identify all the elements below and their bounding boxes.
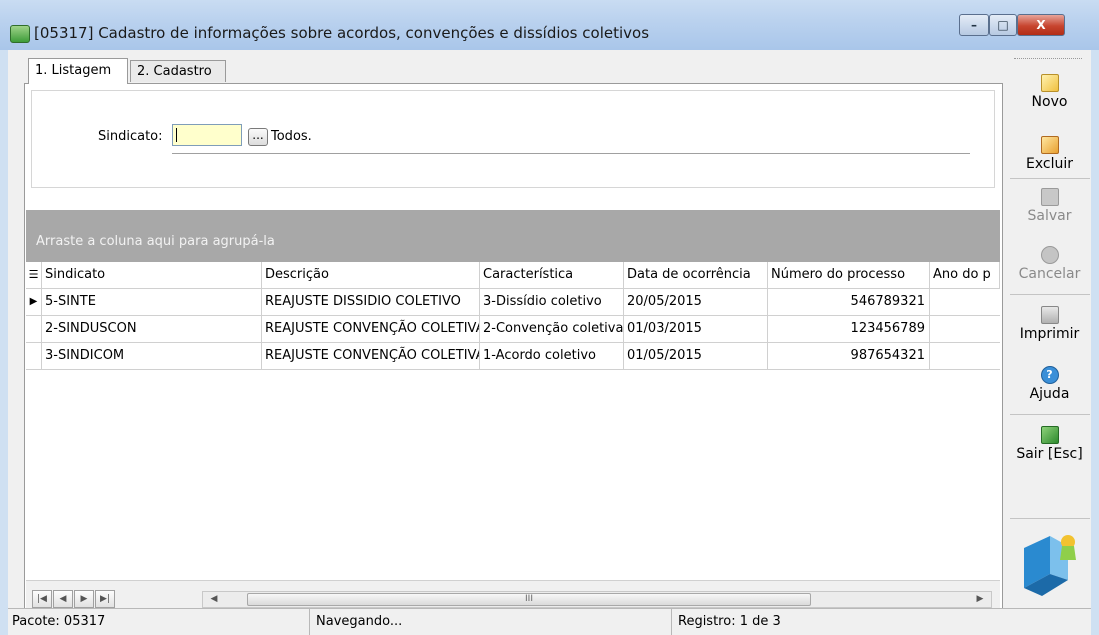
- maximize-button[interactable]: □: [989, 14, 1017, 36]
- cancelar-button[interactable]: Cancelar: [1008, 246, 1091, 282]
- column-header-caracteristica[interactable]: Característica: [480, 262, 624, 288]
- table-row[interactable]: 3-SINDICOM REAJUSTE CONVENÇÃO COLETIVA 1…: [26, 343, 1000, 370]
- row-indicator: [26, 343, 42, 369]
- cell-processo[interactable]: 987654321: [768, 343, 930, 369]
- column-header-processo[interactable]: Número do processo: [768, 262, 930, 288]
- first-record-icon[interactable]: |◀: [32, 590, 52, 608]
- action-toolbar: Novo Excluir Salvar Cancelar Imprimir ? …: [1008, 56, 1091, 618]
- imprimir-label: Imprimir: [1019, 326, 1080, 342]
- cell-ano[interactable]: [930, 343, 1000, 369]
- prior-record-icon[interactable]: ◀: [53, 590, 73, 608]
- cell-descricao[interactable]: REAJUSTE DISSIDIO COLETIVO: [262, 289, 480, 315]
- status-pacote: Pacote: 05317: [8, 609, 310, 635]
- window-client: 1. Listagem 2. Cadastro Sindicato: ... T…: [8, 50, 1091, 635]
- sair-label: Sair [Esc]: [1016, 446, 1083, 462]
- cell-processo[interactable]: 546789321: [768, 289, 930, 315]
- tab-listagem[interactable]: 1. Listagem: [28, 58, 128, 84]
- column-header-ano[interactable]: Ano do p: [930, 262, 1000, 288]
- group-by-area[interactable]: Arraste a coluna aqui para agrupá-la: [26, 210, 1000, 262]
- cell-data[interactable]: 20/05/2015: [624, 289, 768, 315]
- toolbar-separator: [1010, 414, 1090, 415]
- cell-data[interactable]: 01/05/2015: [624, 343, 768, 369]
- grid-header: ☰ Sindicato Descrição Característica Dat…: [26, 262, 1000, 289]
- filter-divider: [172, 153, 970, 154]
- excluir-label: Excluir: [1026, 156, 1073, 172]
- text-caret: [176, 128, 177, 142]
- cell-caracteristica[interactable]: 2-Convenção coletiva: [480, 316, 624, 342]
- scroll-right-icon[interactable]: ▶: [971, 592, 989, 607]
- next-record-icon[interactable]: ▶: [74, 590, 94, 608]
- save-icon: [1040, 188, 1059, 206]
- data-grid: ☰ Sindicato Descrição Característica Dat…: [26, 262, 1000, 370]
- title-bar: [05317] Cadastro de informações sobre ac…: [0, 0, 1099, 50]
- horizontal-scrollbar[interactable]: ◀ III ▶: [202, 591, 992, 608]
- cell-ano[interactable]: [930, 289, 1000, 315]
- last-record-icon[interactable]: ▶|: [95, 590, 115, 608]
- cell-processo[interactable]: 123456789: [768, 316, 930, 342]
- current-row-indicator-icon: ▶: [26, 289, 42, 315]
- status-bar: Pacote: 05317 Navegando... Registro: 1 d…: [8, 608, 1091, 635]
- cancelar-label: Cancelar: [1018, 266, 1081, 282]
- column-header-sindicato[interactable]: Sindicato: [42, 262, 262, 288]
- excluir-button[interactable]: Excluir: [1008, 136, 1091, 172]
- column-header-data[interactable]: Data de ocorrência: [624, 262, 768, 288]
- sair-button[interactable]: Sair [Esc]: [1008, 426, 1091, 462]
- toolbar-separator: [1010, 518, 1090, 519]
- sindicato-input[interactable]: [172, 124, 242, 146]
- sindicato-description: Todos.: [271, 129, 312, 144]
- exit-door-icon: [1040, 426, 1059, 444]
- salvar-button[interactable]: Salvar: [1008, 188, 1091, 224]
- imprimir-button[interactable]: Imprimir: [1008, 306, 1091, 342]
- cell-sindicato[interactable]: 3-SINDICOM: [42, 343, 262, 369]
- novo-label: Novo: [1031, 94, 1068, 110]
- scroll-left-icon[interactable]: ◀: [205, 592, 223, 607]
- cell-caracteristica[interactable]: 1-Acordo coletivo: [480, 343, 624, 369]
- novo-button[interactable]: Novo: [1008, 74, 1091, 110]
- cell-descricao[interactable]: REAJUSTE CONVENÇÃO COLETIVA: [262, 343, 480, 369]
- cancel-icon: [1040, 246, 1059, 264]
- table-row[interactable]: 2-SINDUSCON REAJUSTE CONVENÇÃO COLETIVA …: [26, 316, 1000, 343]
- cell-caracteristica[interactable]: 3-Dissídio coletivo: [480, 289, 624, 315]
- help-icon: ?: [1040, 366, 1059, 384]
- cell-sindicato[interactable]: 5-SINTE: [42, 289, 262, 315]
- toolbar-separator: [1010, 294, 1090, 295]
- listagem-panel: Sindicato: ... Todos. Arraste a coluna a…: [24, 83, 1003, 618]
- cell-ano[interactable]: [930, 316, 1000, 342]
- minimize-button[interactable]: –: [959, 14, 989, 36]
- toolbar-grip[interactable]: [1014, 58, 1082, 62]
- column-chooser-icon[interactable]: ☰: [26, 262, 42, 288]
- tab-cadastro[interactable]: 2. Cadastro: [130, 60, 226, 82]
- toolbar-separator: [1010, 178, 1090, 179]
- printer-icon: [1040, 306, 1059, 324]
- filter-panel: Sindicato: ... Todos.: [31, 90, 995, 188]
- salvar-label: Salvar: [1027, 208, 1072, 224]
- window-title: [05317] Cadastro de informações sobre ac…: [34, 24, 650, 42]
- table-row[interactable]: ▶ 5-SINTE REAJUSTE DISSIDIO COLETIVO 3-D…: [26, 289, 1000, 316]
- cell-sindicato[interactable]: 2-SINDUSCON: [42, 316, 262, 342]
- column-header-descricao[interactable]: Descrição: [262, 262, 480, 288]
- app-icon: [10, 25, 30, 43]
- new-document-icon: [1040, 74, 1059, 92]
- close-button[interactable]: X: [1017, 14, 1065, 36]
- sindicato-lookup-button[interactable]: ...: [248, 128, 268, 146]
- cell-descricao[interactable]: REAJUSTE CONVENÇÃO COLETIVA: [262, 316, 480, 342]
- status-registro: Registro: 1 de 3: [678, 614, 781, 629]
- scroll-thumb[interactable]: III: [247, 593, 811, 606]
- status-estado: Navegando...: [310, 609, 672, 635]
- group-by-hint: Arraste a coluna aqui para agrupá-la: [36, 234, 275, 249]
- ajuda-button[interactable]: ? Ajuda: [1008, 366, 1091, 402]
- cell-data[interactable]: 01/03/2015: [624, 316, 768, 342]
- company-logo-icon: [1024, 535, 1076, 596]
- row-indicator: [26, 316, 42, 342]
- ajuda-label: Ajuda: [1029, 386, 1070, 402]
- sindicato-label: Sindicato:: [98, 129, 163, 144]
- delete-document-icon: [1040, 136, 1059, 154]
